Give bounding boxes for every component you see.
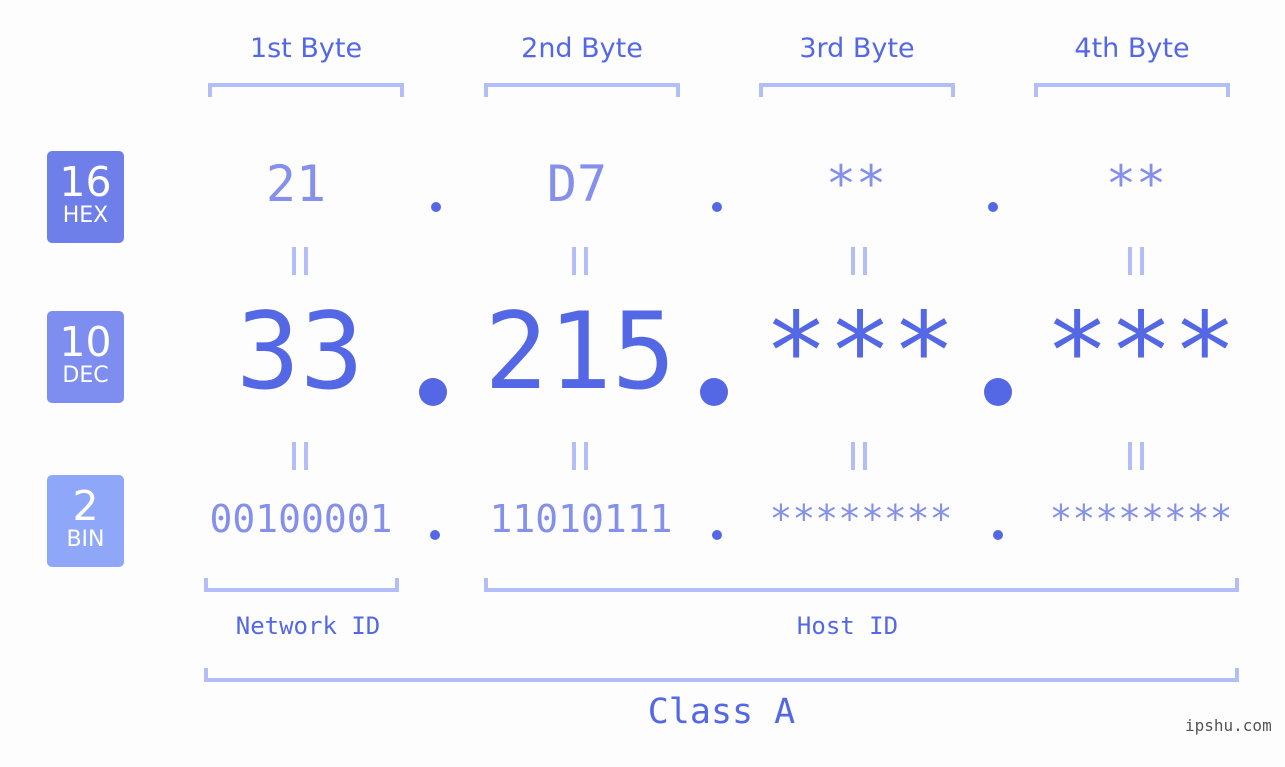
bin-byte-1: 00100001	[209, 497, 393, 541]
bin-badge: 2 BIN	[47, 475, 124, 567]
class-bracket	[204, 668, 1239, 682]
equals-icon	[1128, 247, 1144, 275]
host-id-bracket	[484, 578, 1239, 592]
hex-dot-2	[712, 202, 722, 212]
equals-icon	[572, 247, 588, 275]
equals-icon	[292, 442, 308, 470]
dec-byte-4: ***	[1045, 290, 1237, 413]
bin-dot-1	[430, 530, 440, 540]
hex-byte-4: **	[1105, 155, 1167, 213]
dec-dot-1	[419, 378, 447, 406]
byte-header-2: 2nd Byte	[521, 33, 643, 64]
hex-dot-1	[431, 202, 441, 212]
dec-dot-3	[984, 378, 1012, 406]
bin-dot-2	[712, 530, 722, 540]
equals-icon	[292, 247, 308, 275]
byte-bracket-2	[484, 83, 680, 97]
hex-base-number: 16	[59, 158, 112, 206]
bin-base-label: BIN	[66, 527, 105, 552]
network-id-label: Network ID	[235, 612, 381, 640]
bin-byte-2: 11010111	[489, 497, 673, 541]
hex-dot-3	[988, 202, 998, 212]
dec-dot-2	[700, 378, 728, 406]
equals-icon	[1128, 442, 1144, 470]
hex-byte-2: D7	[546, 155, 608, 213]
byte-bracket-3	[759, 83, 955, 97]
equals-icon	[851, 442, 867, 470]
network-id-bracket	[204, 578, 399, 592]
dec-byte-1: 33	[236, 290, 364, 413]
dec-byte-2: 215	[484, 290, 676, 413]
equals-icon	[851, 247, 867, 275]
bin-byte-4: ********	[1049, 497, 1233, 541]
hex-byte-3: **	[825, 155, 887, 213]
watermark: ipshu.com	[1185, 716, 1272, 735]
hex-base-label: HEX	[62, 203, 109, 228]
dec-base-number: 10	[59, 318, 112, 366]
class-label: Class A	[647, 692, 796, 732]
byte-header-3: 3rd Byte	[799, 33, 915, 64]
hex-byte-1: 21	[265, 155, 327, 213]
byte-bracket-1	[208, 83, 404, 97]
byte-bracket-4	[1034, 83, 1230, 97]
byte-header-4: 4th Byte	[1074, 33, 1190, 64]
dec-badge: 10 DEC	[47, 311, 124, 403]
host-id-label: Host ID	[796, 612, 899, 640]
bin-dot-3	[993, 530, 1003, 540]
dec-base-label: DEC	[62, 363, 109, 388]
byte-header-1: 1st Byte	[249, 33, 363, 64]
dec-byte-3: ***	[764, 290, 956, 413]
bin-base-number: 2	[72, 482, 99, 530]
bin-byte-3: ********	[769, 497, 953, 541]
hex-badge: 16 HEX	[47, 151, 124, 243]
equals-icon	[572, 442, 588, 470]
